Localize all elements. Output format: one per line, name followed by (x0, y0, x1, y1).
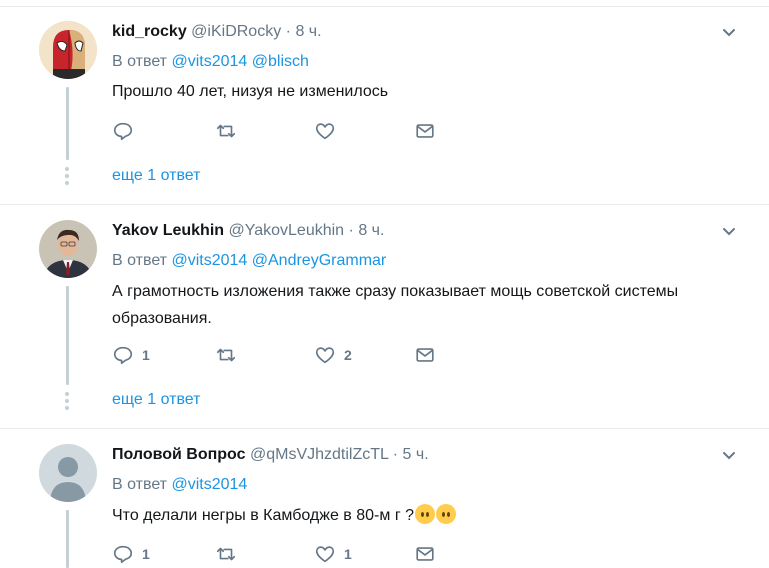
reply-icon (113, 122, 133, 141)
envelope-icon (416, 348, 434, 362)
chevron-down-icon[interactable] (722, 26, 736, 40)
tweet-text: А грамотность изложения также сразу пока… (112, 283, 679, 327)
chevron-down-icon[interactable] (722, 225, 736, 239)
reply-icon (113, 545, 133, 564)
heart-icon (315, 546, 335, 563)
envelope-icon (416, 124, 434, 138)
retweet-button[interactable] (215, 344, 237, 366)
reply-prefix: В ответ (112, 252, 168, 269)
mention-link[interactable]: @blisch (252, 53, 309, 70)
thread-line (66, 286, 69, 385)
reply-button[interactable] (112, 120, 134, 142)
separator-dot: · (392, 446, 399, 463)
no-mouth-emoji-icon (436, 504, 456, 524)
timestamp[interactable]: 8 ч. (358, 222, 384, 239)
avatar[interactable] (39, 444, 97, 502)
avatar[interactable] (39, 21, 97, 79)
timestamp[interactable]: 8 ч. (295, 23, 321, 40)
thread-dots (65, 167, 70, 188)
dm-button[interactable] (414, 543, 436, 565)
tweet-header: Половой Вопрос @qMsVJhzdtilZcTL · 5 ч. (112, 445, 429, 465)
reply-prefix: В ответ (112, 476, 168, 493)
tweet-divider (0, 204, 769, 205)
retweet-icon (216, 547, 236, 561)
like-button[interactable] (314, 120, 336, 142)
mention-link[interactable]: @vits2014 (171, 252, 247, 269)
like-button[interactable]: 1 (314, 543, 352, 565)
reply-to-line: В ответ @vits2014 (112, 475, 247, 495)
reply-icon (113, 346, 133, 365)
reply-button[interactable]: 1 (112, 543, 150, 565)
no-mouth-emoji-icon (415, 504, 435, 524)
photo-avatar-icon (39, 220, 97, 278)
retweet-icon (216, 124, 236, 138)
tweet-header: kid_rocky @iKiDRocky · 8 ч. (112, 22, 322, 42)
avatar[interactable] (39, 220, 97, 278)
user-name[interactable]: Yakov Leukhin (112, 222, 224, 239)
reply-button[interactable]: 1 (112, 344, 150, 366)
reply-to-line: В ответ @vits2014 @AndreyGrammar (112, 251, 386, 271)
like-button[interactable]: 2 (314, 344, 352, 366)
tweet-divider (0, 6, 769, 7)
tweet-divider (0, 428, 769, 429)
timestamp[interactable]: 5 ч. (403, 446, 429, 463)
tweet-text: Прошло 40 лет, низуя не изменилось (112, 83, 389, 100)
reply-count: 1 (142, 347, 150, 363)
reply-prefix: В ответ (112, 53, 168, 70)
tweet-text: Что делали негры в Камбодже в 80-м г ? (112, 502, 752, 529)
retweet-button[interactable] (215, 543, 237, 565)
dm-button[interactable] (414, 120, 436, 142)
user-name[interactable]: Половой Вопрос (112, 446, 246, 463)
user-name[interactable]: kid_rocky (112, 23, 187, 40)
spiderman-deadpool-avatar-icon (39, 21, 97, 79)
user-handle[interactable]: @YakovLeukhin (229, 222, 345, 239)
chevron-down-icon[interactable] (722, 449, 736, 463)
tweet-header: Yakov Leukhin @YakovLeukhin · 8 ч. (112, 221, 384, 241)
default-avatar-icon (39, 444, 97, 502)
reply-count: 1 (142, 546, 150, 562)
thread-dots (65, 392, 70, 413)
mention-link[interactable]: @vits2014 (171, 476, 247, 493)
user-handle[interactable]: @iKiDRocky (191, 23, 281, 40)
envelope-icon (416, 547, 434, 561)
show-more-replies-link[interactable]: еще 1 ответ (112, 390, 200, 410)
heart-icon (315, 123, 335, 140)
mention-link[interactable]: @AndreyGrammar (252, 252, 387, 269)
thread-line (66, 87, 69, 160)
thread-line (66, 510, 69, 568)
retweet-button[interactable] (215, 120, 237, 142)
mention-link[interactable]: @vits2014 (171, 53, 247, 70)
like-count: 2 (344, 347, 352, 363)
like-count: 1 (344, 546, 352, 562)
show-more-replies-link[interactable]: еще 1 ответ (112, 166, 200, 186)
retweet-icon (216, 348, 236, 362)
reply-to-line: В ответ @vits2014 @blisch (112, 52, 309, 72)
user-handle[interactable]: @qMsVJhzdtilZcTL (250, 446, 388, 463)
tweet-text-content: Что делали негры в Камбодже в 80-м г ? (112, 507, 414, 524)
dm-button[interactable] (414, 344, 436, 366)
heart-icon (315, 347, 335, 364)
separator-dot: · (285, 23, 291, 40)
separator-dot: · (348, 222, 354, 239)
